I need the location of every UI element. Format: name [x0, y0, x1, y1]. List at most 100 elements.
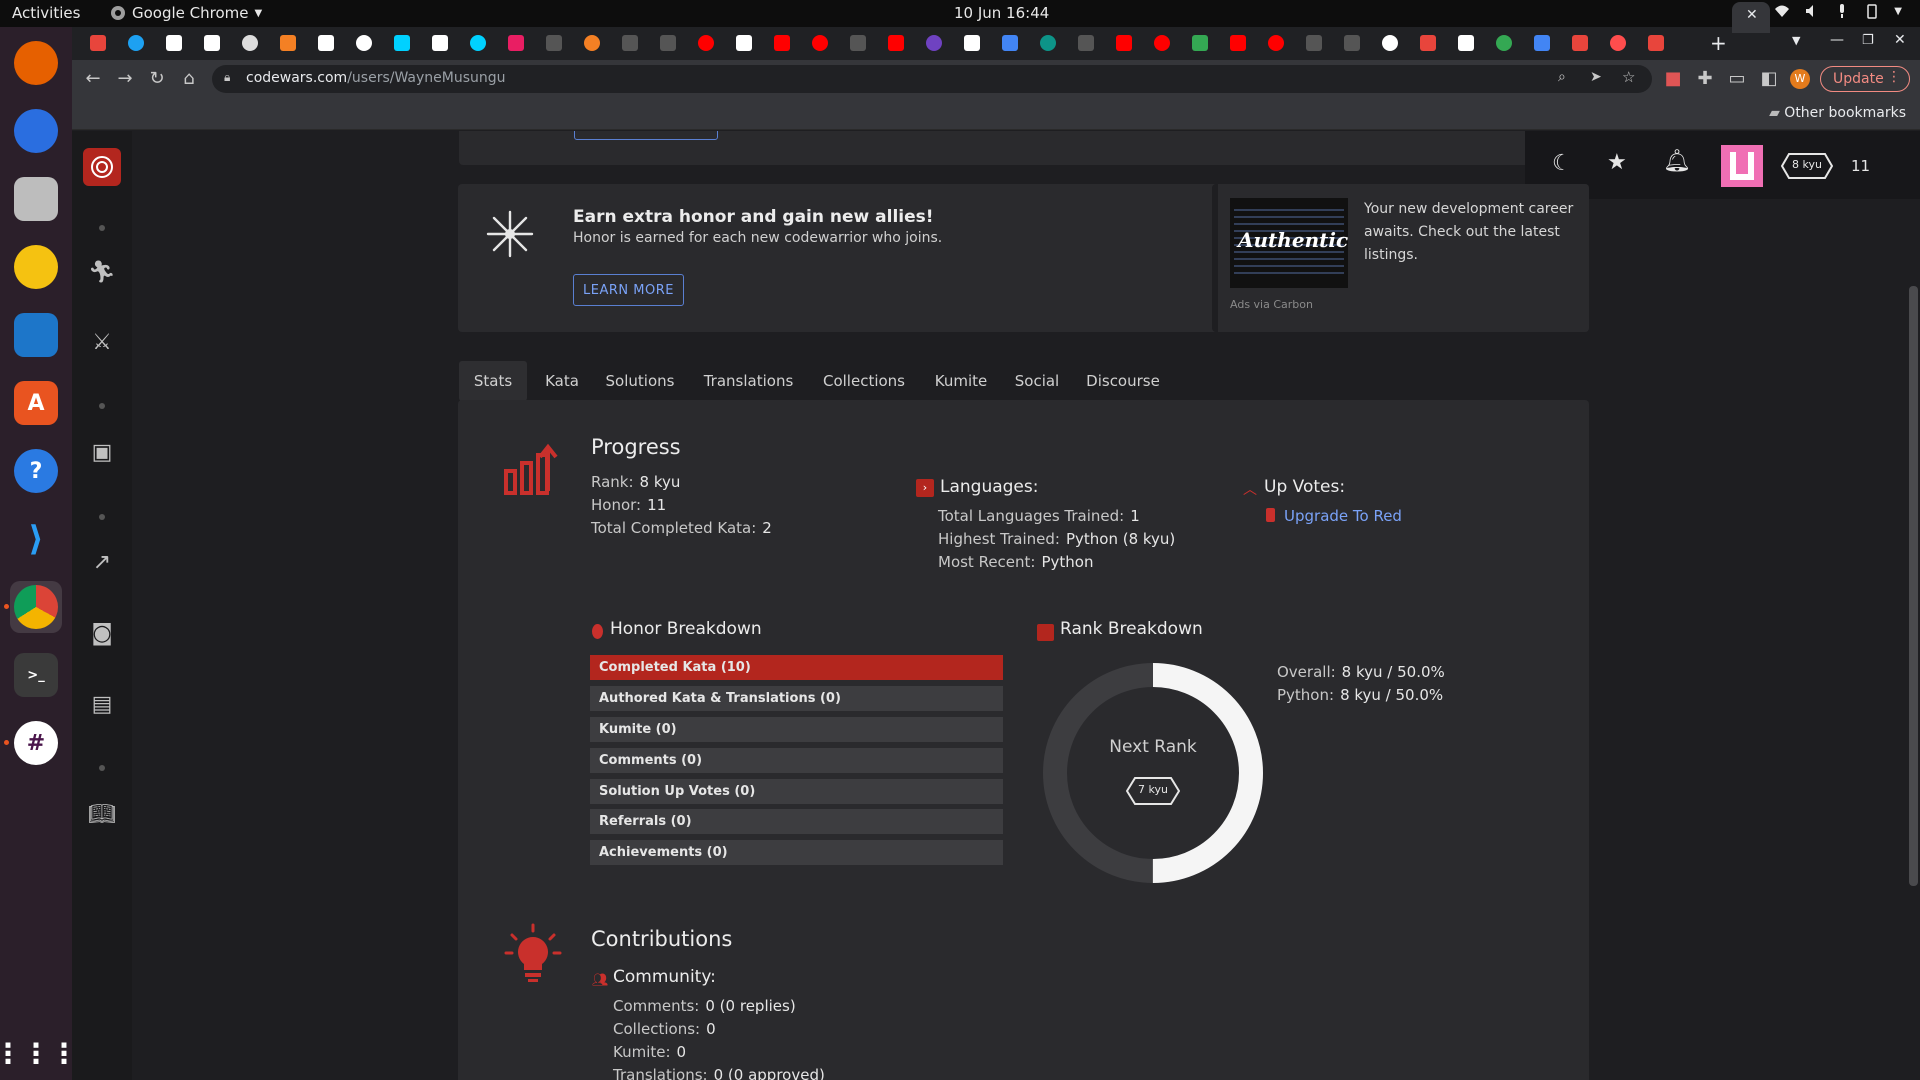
tab-favicon[interactable]: [242, 35, 258, 51]
tab-favicon[interactable]: [470, 35, 486, 51]
upgrade-to-red-link[interactable]: Upgrade To Red: [1284, 507, 1402, 525]
active-tab[interactable]: ✕: [1732, 2, 1770, 33]
update-button[interactable]: Update ⋮: [1820, 66, 1910, 92]
tab-favicon[interactable]: [1040, 35, 1056, 51]
tab-favicon[interactable]: [964, 35, 980, 51]
restore-icon[interactable]: ❐: [1862, 33, 1874, 48]
tab-favicon[interactable]: [1268, 35, 1284, 51]
side-panel-icon[interactable]: ◧: [1758, 68, 1780, 90]
tab-favicon[interactable]: [1572, 35, 1588, 51]
tab-favicon[interactable]: [508, 35, 524, 51]
dock-vscode[interactable]: ⟩: [10, 513, 62, 565]
extensions-puzzle-icon[interactable]: ✚: [1694, 68, 1716, 90]
zoom-icon[interactable]: ⌕: [1558, 69, 1566, 85]
tab-favicon[interactable]: [584, 35, 600, 51]
tab-favicon[interactable]: [1078, 35, 1094, 51]
profile-avatar[interactable]: W: [1790, 69, 1810, 89]
tab-favicon[interactable]: [1382, 35, 1398, 51]
close-tab-icon[interactable]: ✕: [1746, 7, 1758, 23]
dark-mode-moon-icon[interactable]: ☾: [1552, 151, 1572, 176]
home-icon[interactable]: ⌂: [178, 68, 200, 90]
tab-favicon[interactable]: [926, 35, 942, 51]
tab-favicon[interactable]: [1002, 35, 1018, 51]
tab-solutions[interactable]: Solutions: [597, 361, 683, 401]
clock[interactable]: 10 Jun 16:44: [954, 4, 1049, 22]
battery-icon[interactable]: [1864, 3, 1880, 19]
carbon-ad[interactable]: Authentic Your new development career aw…: [1212, 184, 1589, 332]
system-menu-chevron-icon[interactable]: ▼: [1894, 6, 1902, 17]
learn-more-button[interactable]: LEARN MORE: [573, 274, 684, 306]
bookmarks-star-icon[interactable]: ★: [1607, 150, 1627, 175]
wifi-icon[interactable]: [1774, 3, 1790, 19]
tab-favicon[interactable]: [280, 35, 296, 51]
tab-kumite[interactable]: Kumite: [926, 361, 996, 401]
tab-favicon[interactable]: [660, 35, 676, 51]
share-icon[interactable]: ➤: [1590, 69, 1602, 85]
other-bookmarks[interactable]: ▰ Other bookmarks: [1769, 105, 1906, 121]
practice-icon[interactable]: ⚔︎: [88, 329, 116, 357]
tab-favicon[interactable]: [356, 35, 372, 51]
tab-favicon[interactable]: [318, 35, 334, 51]
dock-writer[interactable]: [10, 309, 62, 361]
minimize-icon[interactable]: —: [1830, 32, 1844, 48]
jobs-briefcase-icon[interactable]: ▣: [88, 439, 116, 467]
dock-thunderbird[interactable]: [10, 105, 62, 157]
tab-favicon[interactable]: [166, 35, 182, 51]
tab-favicon[interactable]: [622, 35, 638, 51]
tab-favicon[interactable]: [1154, 35, 1170, 51]
tab-favicon[interactable]: [128, 35, 144, 51]
ad-attribution[interactable]: Ads via Carbon: [1230, 298, 1313, 311]
close-window-icon[interactable]: ✕: [1894, 32, 1906, 48]
tab-favicon[interactable]: [1230, 35, 1246, 51]
tab-favicon[interactable]: [1306, 35, 1322, 51]
dock-firefox[interactable]: [10, 37, 62, 89]
tab-favicon[interactable]: [394, 35, 410, 51]
app-menu[interactable]: Google Chrome ▼: [110, 4, 262, 22]
tab-favicon[interactable]: [432, 35, 448, 51]
tab-favicon[interactable]: [1116, 35, 1132, 51]
docs-book-icon[interactable]: 📖︎: [88, 801, 116, 829]
forum-chat-icon[interactable]: ▤: [88, 691, 116, 719]
dock-terminal[interactable]: >_: [10, 649, 62, 701]
tab-favicon[interactable]: [1610, 35, 1626, 51]
previous-card-button[interactable]: [574, 131, 718, 140]
tab-collections[interactable]: Collections: [814, 361, 914, 401]
tab-favicon[interactable]: [1534, 35, 1550, 51]
leaderboard-trend-icon[interactable]: ↗: [88, 549, 116, 577]
tab-favicon[interactable]: [1496, 35, 1512, 51]
dock-files[interactable]: [10, 173, 62, 225]
tab-favicon[interactable]: [90, 35, 106, 51]
show-apps-button[interactable]: ⋮⋮⋮: [0, 1027, 78, 1079]
tab-favicon[interactable]: [888, 35, 904, 51]
ad-image[interactable]: Authentic: [1230, 198, 1348, 288]
dock-help[interactable]: ?: [10, 445, 62, 497]
cast-icon[interactable]: ▭: [1726, 68, 1748, 90]
tab-favicon[interactable]: [774, 35, 790, 51]
tab-search-icon[interactable]: ▼: [1792, 34, 1800, 47]
forward-icon[interactable]: →: [114, 68, 136, 90]
tab-social[interactable]: Social: [1008, 361, 1066, 401]
volume-icon[interactable]: [1804, 3, 1820, 19]
tab-kata[interactable]: Kata: [539, 361, 585, 401]
tab-favicon[interactable]: [736, 35, 752, 51]
back-icon[interactable]: ←: [82, 68, 104, 90]
activities-button[interactable]: Activities: [12, 4, 80, 22]
tab-favicon[interactable]: [698, 35, 714, 51]
dock-slack[interactable]: #: [10, 717, 62, 769]
dock-chrome[interactable]: [10, 581, 62, 633]
codewars-logo-icon[interactable]: [83, 148, 121, 186]
tab-favicon[interactable]: [1648, 35, 1664, 51]
tab-favicon[interactable]: [1420, 35, 1436, 51]
notifications-bell-icon[interactable]: 🔔︎: [1663, 149, 1691, 174]
ad-text[interactable]: Your new development career awaits. Chec…: [1364, 198, 1578, 267]
dock-rhythmbox[interactable]: [10, 241, 62, 293]
page-scrollbar[interactable]: [1909, 286, 1918, 886]
training-icon[interactable]: 🏃︎: [88, 259, 116, 287]
microphone-icon[interactable]: [1834, 3, 1850, 19]
extension-video-icon[interactable]: ■: [1662, 68, 1684, 90]
bookmark-star-icon[interactable]: ☆: [1622, 68, 1635, 86]
dock-software[interactable]: A: [10, 377, 62, 429]
address-bar[interactable]: 🔒︎ codewars.com/users/WayneMusungu ⌕ ➤ ☆: [212, 65, 1652, 93]
reload-icon[interactable]: ↻: [146, 68, 168, 90]
new-tab-button[interactable]: +: [1710, 31, 1727, 55]
